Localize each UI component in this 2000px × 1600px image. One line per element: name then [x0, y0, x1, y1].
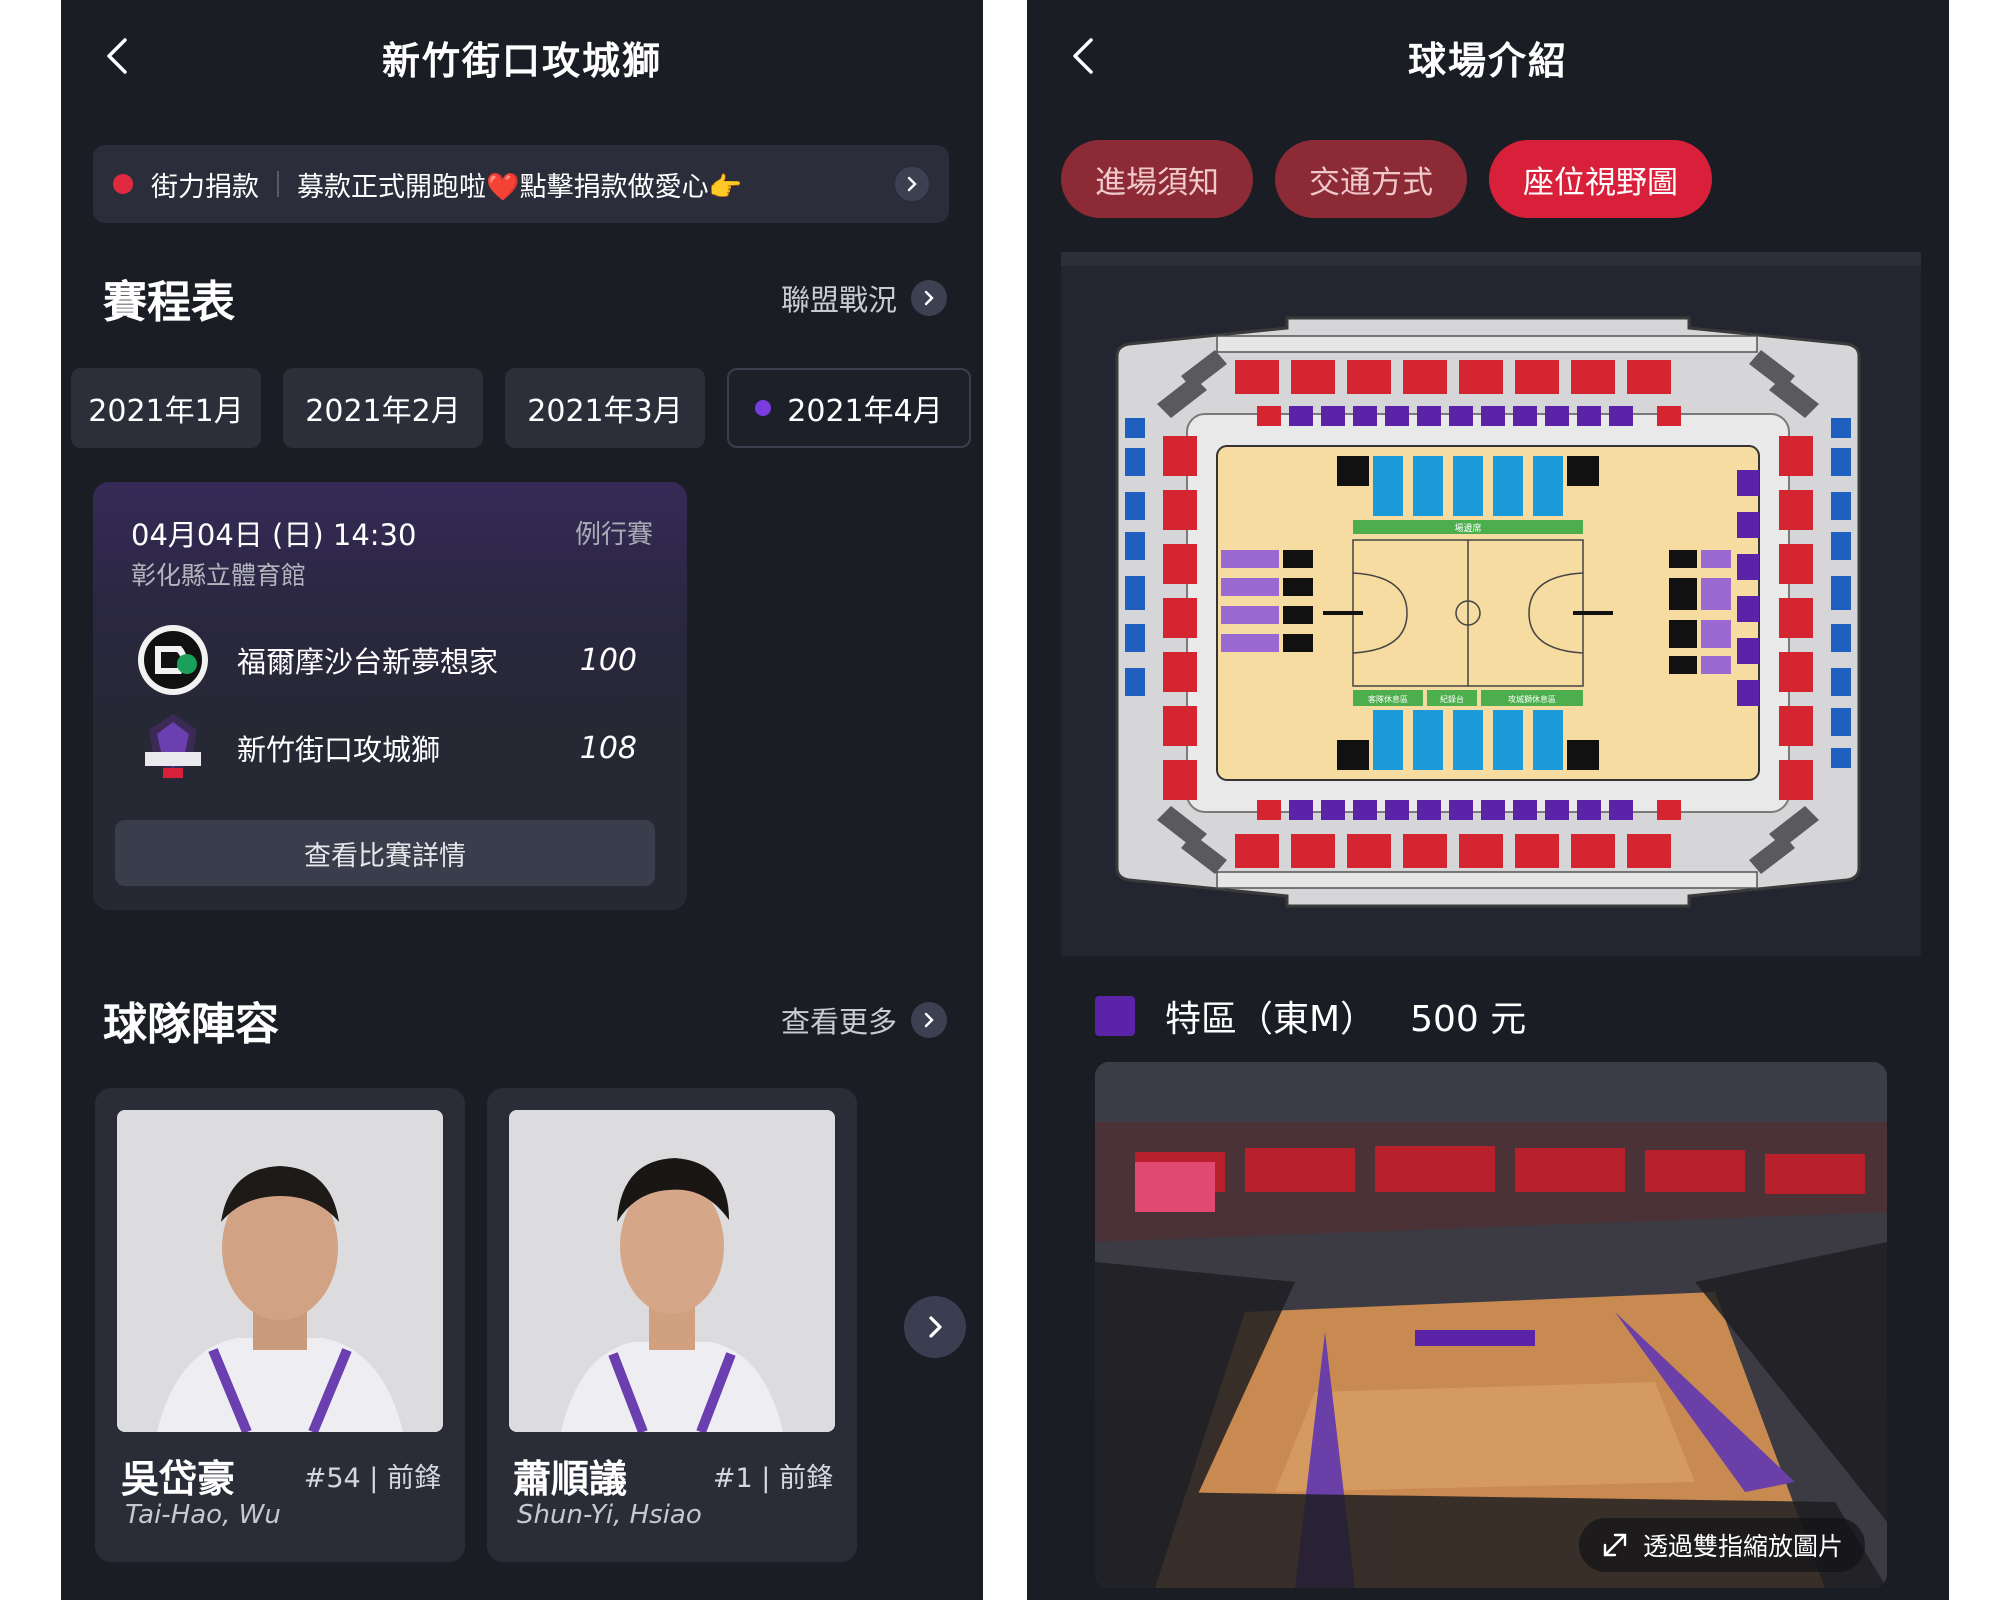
roster-more-link[interactable]: 查看更多 [781, 999, 947, 1041]
team-score: 100 [579, 642, 637, 678]
chevron-right-icon [929, 1316, 942, 1338]
away-bench-label: 客隊休息區 [1368, 694, 1408, 704]
schedule-title: 賽程表 [103, 277, 235, 328]
expand-icon [1603, 1533, 1627, 1557]
roster-header: 球隊陣容 查看更多 [103, 988, 947, 1052]
month-tabs: 2021年1月 2021年2月 2021年3月 2021年4月 [71, 368, 971, 448]
venue-tabs: 進場須知 交通方式 座位視野圖 [1061, 140, 1712, 218]
tab-label: 2021年3月 [527, 394, 683, 429]
tab-month-mar[interactable]: 2021年3月 [505, 368, 705, 448]
player-photo [117, 1110, 443, 1432]
arena-photo [1095, 1062, 1887, 1588]
schedule-header: 賽程表 聯盟戰況 [103, 266, 947, 330]
team-name: 新竹街口攻城獅 [237, 733, 441, 767]
dreamers-logo-icon [138, 625, 208, 695]
player-card[interactable]: 吳岱豪 #54 | 前鋒 Tai-Hao, Wu [95, 1088, 465, 1562]
game-detail-button[interactable]: 查看比賽詳情 [115, 820, 655, 886]
zone-color-swatch [1095, 996, 1135, 1036]
page-title: 球場介紹 [1407, 39, 1568, 83]
chevron-right-icon [911, 280, 947, 316]
team-row-away: 福爾摩沙台新夢想家 100 [135, 620, 637, 700]
lioneers-logo-icon [145, 714, 201, 780]
zoom-hint: 透過雙指縮放圖片 [1578, 1518, 1865, 1572]
tab-label: 2021年1月 [88, 394, 244, 429]
game-type-badge: 例行賽 [574, 520, 653, 550]
tab-label: 2021年2月 [305, 394, 461, 429]
seat-map-panel: 場邊席 客隊休息區 紀錄台 攻城獅休息區 [1061, 252, 1921, 956]
donation-banner[interactable]: 街力捐款 募款正式開跑啦❤️點擊捐款做愛心👉 [93, 145, 949, 223]
game-venue: 彰化縣立體育館 [131, 561, 307, 590]
home-bench-label: 攻城獅休息區 [1508, 694, 1556, 704]
game-datetime: 04月04日 (日) 14:30 [131, 518, 417, 552]
roster-more-label: 查看更多 [780, 1005, 897, 1039]
zone-info: 特區（東M） 500 元 [1095, 990, 1526, 1042]
seat-map[interactable]: 場邊席 客隊休息區 紀錄台 攻城獅休息區 [1097, 306, 1879, 918]
team-score: 108 [579, 730, 637, 766]
tab-transport[interactable]: 交通方式 [1275, 140, 1467, 218]
nav-bar: 新竹街口攻城獅 [61, 0, 983, 112]
tab-month-jan[interactable]: 2021年1月 [71, 368, 261, 448]
player-number-position: #1 | 前鋒 [712, 1463, 833, 1494]
team-name: 福爾摩沙台新夢想家 [237, 645, 499, 679]
seat-view-photo[interactable]: 透過雙指縮放圖片 [1095, 1062, 1887, 1588]
tab-label: 2021年4月 [787, 394, 943, 429]
team-screen: 新竹街口攻城獅 街力捐款 募款正式開跑啦❤️點擊捐款做愛心👉 賽程表 聯盟戰況 … [61, 0, 983, 1600]
team-row-home: 新竹街口攻城獅 108 [135, 708, 637, 788]
scorer-table-label: 紀錄台 [1440, 694, 1464, 704]
zone-name: 特區（東M） [1165, 999, 1377, 1040]
tab-seat-view[interactable]: 座位視野圖 [1489, 140, 1712, 218]
divider [277, 171, 279, 197]
banner-tag: 街力捐款 [151, 171, 259, 203]
player-card[interactable]: 蕭順議 #1 | 前鋒 Shun-Yi, Hsiao [487, 1088, 857, 1562]
tab-entry-notice[interactable]: 進場須知 [1061, 140, 1253, 218]
banner-text: 募款正式開跑啦❤️點擊捐款做愛心👉 [297, 171, 743, 203]
player-english-name: Tai-Hao, Wu [125, 1500, 281, 1530]
status-dot [113, 174, 133, 194]
chevron-right-icon [911, 1002, 947, 1038]
player-photo [509, 1110, 835, 1432]
carousel-next-button[interactable] [904, 1296, 966, 1358]
venue-screen: 球場介紹 進場須知 交通方式 座位視野圖 場邊席 客隊休息區 紀錄台 攻城獅休息… [1027, 0, 1949, 1600]
player-number-position: #54 | 前鋒 [303, 1463, 441, 1494]
nav-bar: 球場介紹 [1027, 0, 1949, 112]
tab-month-feb[interactable]: 2021年2月 [283, 368, 483, 448]
player-name: 吳岱豪 [121, 1457, 236, 1501]
player-english-name: Shun-Yi, Hsiao [517, 1500, 702, 1530]
courtside-label: 場邊席 [1454, 522, 1481, 534]
player-name: 蕭順議 [513, 1457, 628, 1501]
zone-price: 500 元 [1410, 999, 1527, 1040]
zoom-hint-text: 透過雙指縮放圖片 [1642, 1532, 1843, 1561]
game-card: 04月04日 (日) 14:30 例行賽 彰化縣立體育館 福爾摩沙台新夢想家 1… [93, 482, 687, 910]
active-dot [755, 400, 772, 416]
roster-title: 球隊陣容 [103, 999, 279, 1050]
tab-month-apr[interactable]: 2021年4月 [727, 368, 971, 448]
page-title: 新竹街口攻城獅 [381, 39, 662, 83]
chevron-right-icon [895, 167, 929, 201]
standings-link-label: 聯盟戰況 [780, 283, 897, 317]
standings-link[interactable]: 聯盟戰況 [781, 277, 947, 319]
